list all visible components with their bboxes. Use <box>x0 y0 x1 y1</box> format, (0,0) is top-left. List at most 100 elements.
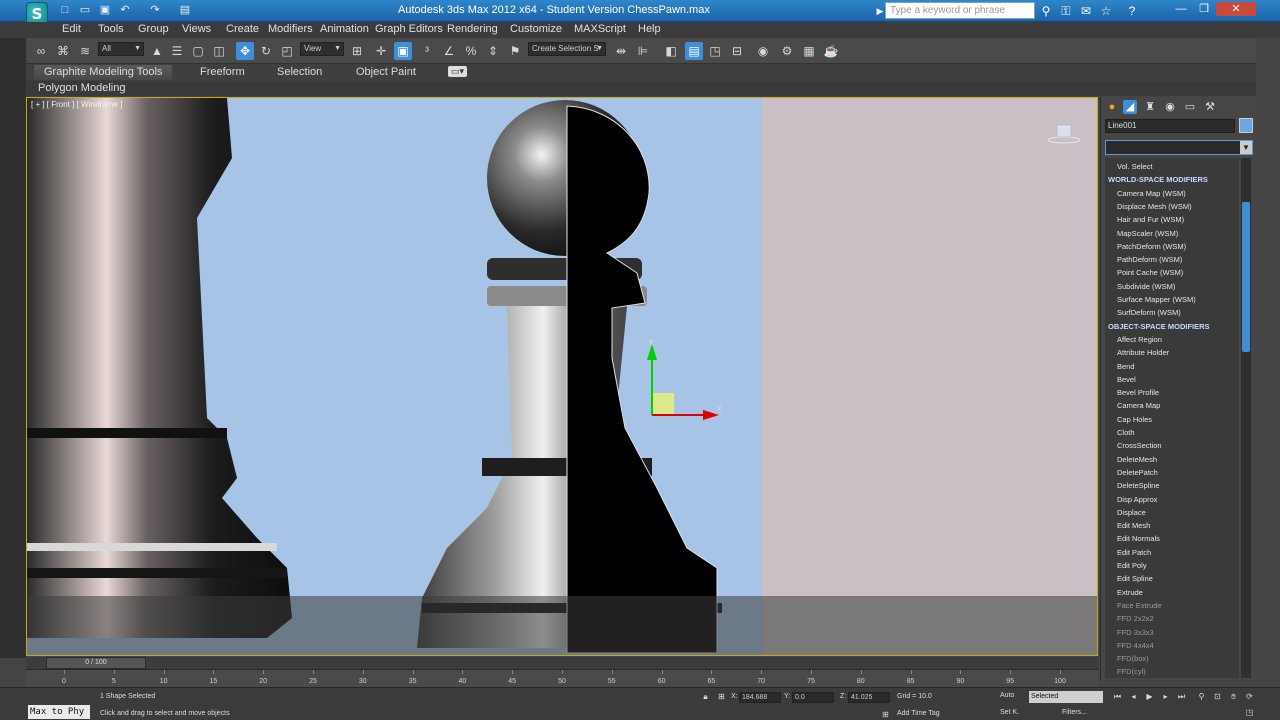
modifier-item[interactable]: Cloth <box>1117 428 1135 437</box>
tab-freeform[interactable]: Freeform <box>200 66 245 78</box>
tab-object-paint[interactable]: Object Paint <box>356 66 416 78</box>
communication-icon[interactable]: ✉ <box>1078 3 1094 19</box>
polygon-modeling-panel[interactable]: Polygon Modeling <box>38 82 125 94</box>
viewport-label[interactable]: [ + ] [ Front ] [ Wireframe ] <box>31 100 122 109</box>
render-production-icon[interactable]: ☕ <box>822 42 840 60</box>
modifier-item[interactable]: MapScaler (WSM) <box>1117 229 1178 238</box>
modifier-item[interactable]: Edit Normals <box>1117 534 1160 543</box>
menu-create[interactable]: Create <box>226 23 259 35</box>
modifier-item[interactable]: Displace <box>1117 508 1146 517</box>
time-slider[interactable]: 0 / 100 <box>26 657 1098 669</box>
modifier-item[interactable]: Camera Map <box>1117 401 1160 410</box>
absolute-mode-icon[interactable]: ⊞ <box>716 691 727 702</box>
modifier-item[interactable]: DeleteSpline <box>1117 481 1160 490</box>
utilities-tab-icon[interactable]: ⚒ <box>1203 100 1217 114</box>
modifier-item[interactable]: Extrude <box>1117 588 1143 597</box>
modifier-item[interactable]: Cap Holes <box>1117 415 1152 424</box>
binoculars-icon[interactable]: ⚲ <box>1038 3 1054 19</box>
modifier-item[interactable]: Affect Region <box>1117 335 1162 344</box>
tab-selection[interactable]: Selection <box>277 66 322 78</box>
select-and-rotate-icon[interactable]: ↻ <box>257 42 275 60</box>
pivot-center-icon[interactable]: ⊞ <box>348 42 366 60</box>
align-icon[interactable]: ⊫ <box>634 42 652 60</box>
reference-coord-dropdown[interactable]: View ▼ <box>300 42 344 56</box>
new-file-icon[interactable]: □ <box>58 3 72 17</box>
rendered-frame-window-icon[interactable]: ▦ <box>800 42 818 60</box>
modifier-item[interactable]: Edit Mesh <box>1117 521 1150 530</box>
hierarchy-tab-icon[interactable]: ♜ <box>1143 100 1157 114</box>
edit-named-selection-icon[interactable]: ⚑ <box>506 42 524 60</box>
key-filters-button[interactable]: Filters... <box>1062 709 1087 716</box>
prev-frame-icon[interactable]: ◂ <box>1128 691 1139 702</box>
next-frame-icon[interactable]: ▸ <box>1160 691 1171 702</box>
menu-maxscript[interactable]: MAXScript <box>574 23 626 35</box>
select-object-icon[interactable]: ▲ <box>148 42 166 60</box>
modifier-item[interactable]: FFD 4x4x4 <box>1117 641 1154 650</box>
modifier-item[interactable]: FFD 2x2x2 <box>1117 614 1154 623</box>
project-folder-icon[interactable]: ▤ <box>178 3 192 17</box>
ribbon-options-icon[interactable]: ▭▾ <box>448 66 468 77</box>
object-color-swatch[interactable] <box>1239 118 1253 133</box>
modifier-item[interactable]: FFD 3x3x3 <box>1117 628 1154 637</box>
layer-manager-icon[interactable]: ◧ <box>662 42 680 60</box>
x-coord-field[interactable]: 184.688 <box>739 692 781 703</box>
modifier-item[interactable]: Edit Spline <box>1117 574 1153 583</box>
modifier-item[interactable]: Displace Mesh (WSM) <box>1117 202 1192 211</box>
render-setup-icon[interactable]: ⚙ <box>778 42 796 60</box>
pan-icon[interactable]: ✋︎ <box>1228 691 1239 702</box>
modifier-item[interactable]: Camera Map (WSM) <box>1117 189 1186 198</box>
maximize-button[interactable]: ❐ <box>1193 2 1215 16</box>
mirror-icon[interactable]: ⇹ <box>612 42 630 60</box>
modifier-item[interactable]: Attribute Holder <box>1117 348 1169 357</box>
maximize-viewport-icon[interactable]: ◳ <box>1244 707 1255 718</box>
modifier-item[interactable]: DeleteMesh <box>1117 455 1157 464</box>
select-and-scale-icon[interactable]: ◰ <box>278 42 296 60</box>
modifier-list-dropdown[interactable]: ▼ <box>1105 140 1253 155</box>
modifier-item[interactable]: DeletePatch <box>1117 468 1158 477</box>
orbit-icon[interactable]: ⟳ <box>1244 691 1255 702</box>
menu-customize[interactable]: Customize <box>510 23 562 35</box>
named-selection-dropdown[interactable]: Create Selection S ▼ <box>528 42 606 56</box>
percent-snap-icon[interactable]: % <box>462 42 480 60</box>
zoom-extents-icon[interactable]: ⊡ <box>1212 691 1223 702</box>
modifier-item[interactable]: Edit Poly <box>1117 561 1147 570</box>
modifier-item[interactable]: Vol. Select <box>1117 162 1152 171</box>
scrollbar-thumb[interactable] <box>1242 202 1250 352</box>
curve-editor-icon[interactable]: ◳ <box>706 42 724 60</box>
material-editor-icon[interactable]: ◉ <box>754 42 772 60</box>
viewcube-icon[interactable] <box>1047 120 1081 144</box>
modifier-item[interactable]: PatchDeform (WSM) <box>1117 242 1186 251</box>
y-coord-field[interactable]: 0.0 <box>792 692 834 703</box>
help-icon[interactable]: ? <box>1124 3 1140 19</box>
graphite-toggle-icon[interactable]: ▤ <box>685 42 703 60</box>
move-gizmo[interactable]: y x <box>647 337 722 420</box>
keyboard-shortcut-override-icon[interactable]: ▣ <box>394 42 412 60</box>
subscription-icon[interactable]: ⚿ <box>1058 3 1074 19</box>
modifier-item[interactable]: Subdivide (WSM) <box>1117 282 1175 291</box>
modifier-item[interactable]: Bend <box>1117 362 1135 371</box>
maxscript-listener-input[interactable]: Max to Phy <box>28 705 90 719</box>
menu-help[interactable]: Help <box>638 23 661 35</box>
time-slider-thumb[interactable]: 0 / 100 <box>46 657 146 669</box>
modifier-item[interactable]: Point Cache (WSM) <box>1117 268 1183 277</box>
select-by-name-icon[interactable]: ☰ <box>168 42 186 60</box>
menu-rendering[interactable]: Rendering <box>447 23 498 35</box>
z-coord-field[interactable]: 41.025 <box>848 692 890 703</box>
track-bar[interactable]: 0 5 10 15 20 25 30 35 40 45 50 55 60 65 70 75 80 85 90 95 10… <box>26 669 1098 687</box>
bind-space-warp-icon[interactable]: ≋ <box>76 42 94 60</box>
modifier-item[interactable]: PathDeform (WSM) <box>1117 255 1182 264</box>
set-key-button[interactable]: Set K. <box>1000 709 1019 716</box>
goto-end-icon[interactable]: ⏭ <box>1176 691 1187 702</box>
modifier-item[interactable]: Bevel <box>1117 375 1136 384</box>
modifier-item[interactable]: Disp Approx <box>1117 495 1157 504</box>
menu-graph-editors[interactable]: Graph Editors <box>375 23 443 35</box>
link-icon[interactable]: ∞ <box>32 42 50 60</box>
selection-filter-dropdown[interactable]: All ▼ <box>98 42 144 56</box>
lock-selection-icon[interactable]: 🔒︎ <box>700 691 711 702</box>
select-manipulate-icon[interactable]: ✛ <box>372 42 390 60</box>
schematic-view-icon[interactable]: ⊟ <box>728 42 746 60</box>
object-name-field[interactable]: Line001 <box>1105 119 1235 133</box>
undo-icon[interactable]: ↶ <box>118 3 132 17</box>
minimize-button[interactable]: — <box>1170 2 1192 16</box>
auto-key-button[interactable]: Auto <box>1000 692 1014 699</box>
